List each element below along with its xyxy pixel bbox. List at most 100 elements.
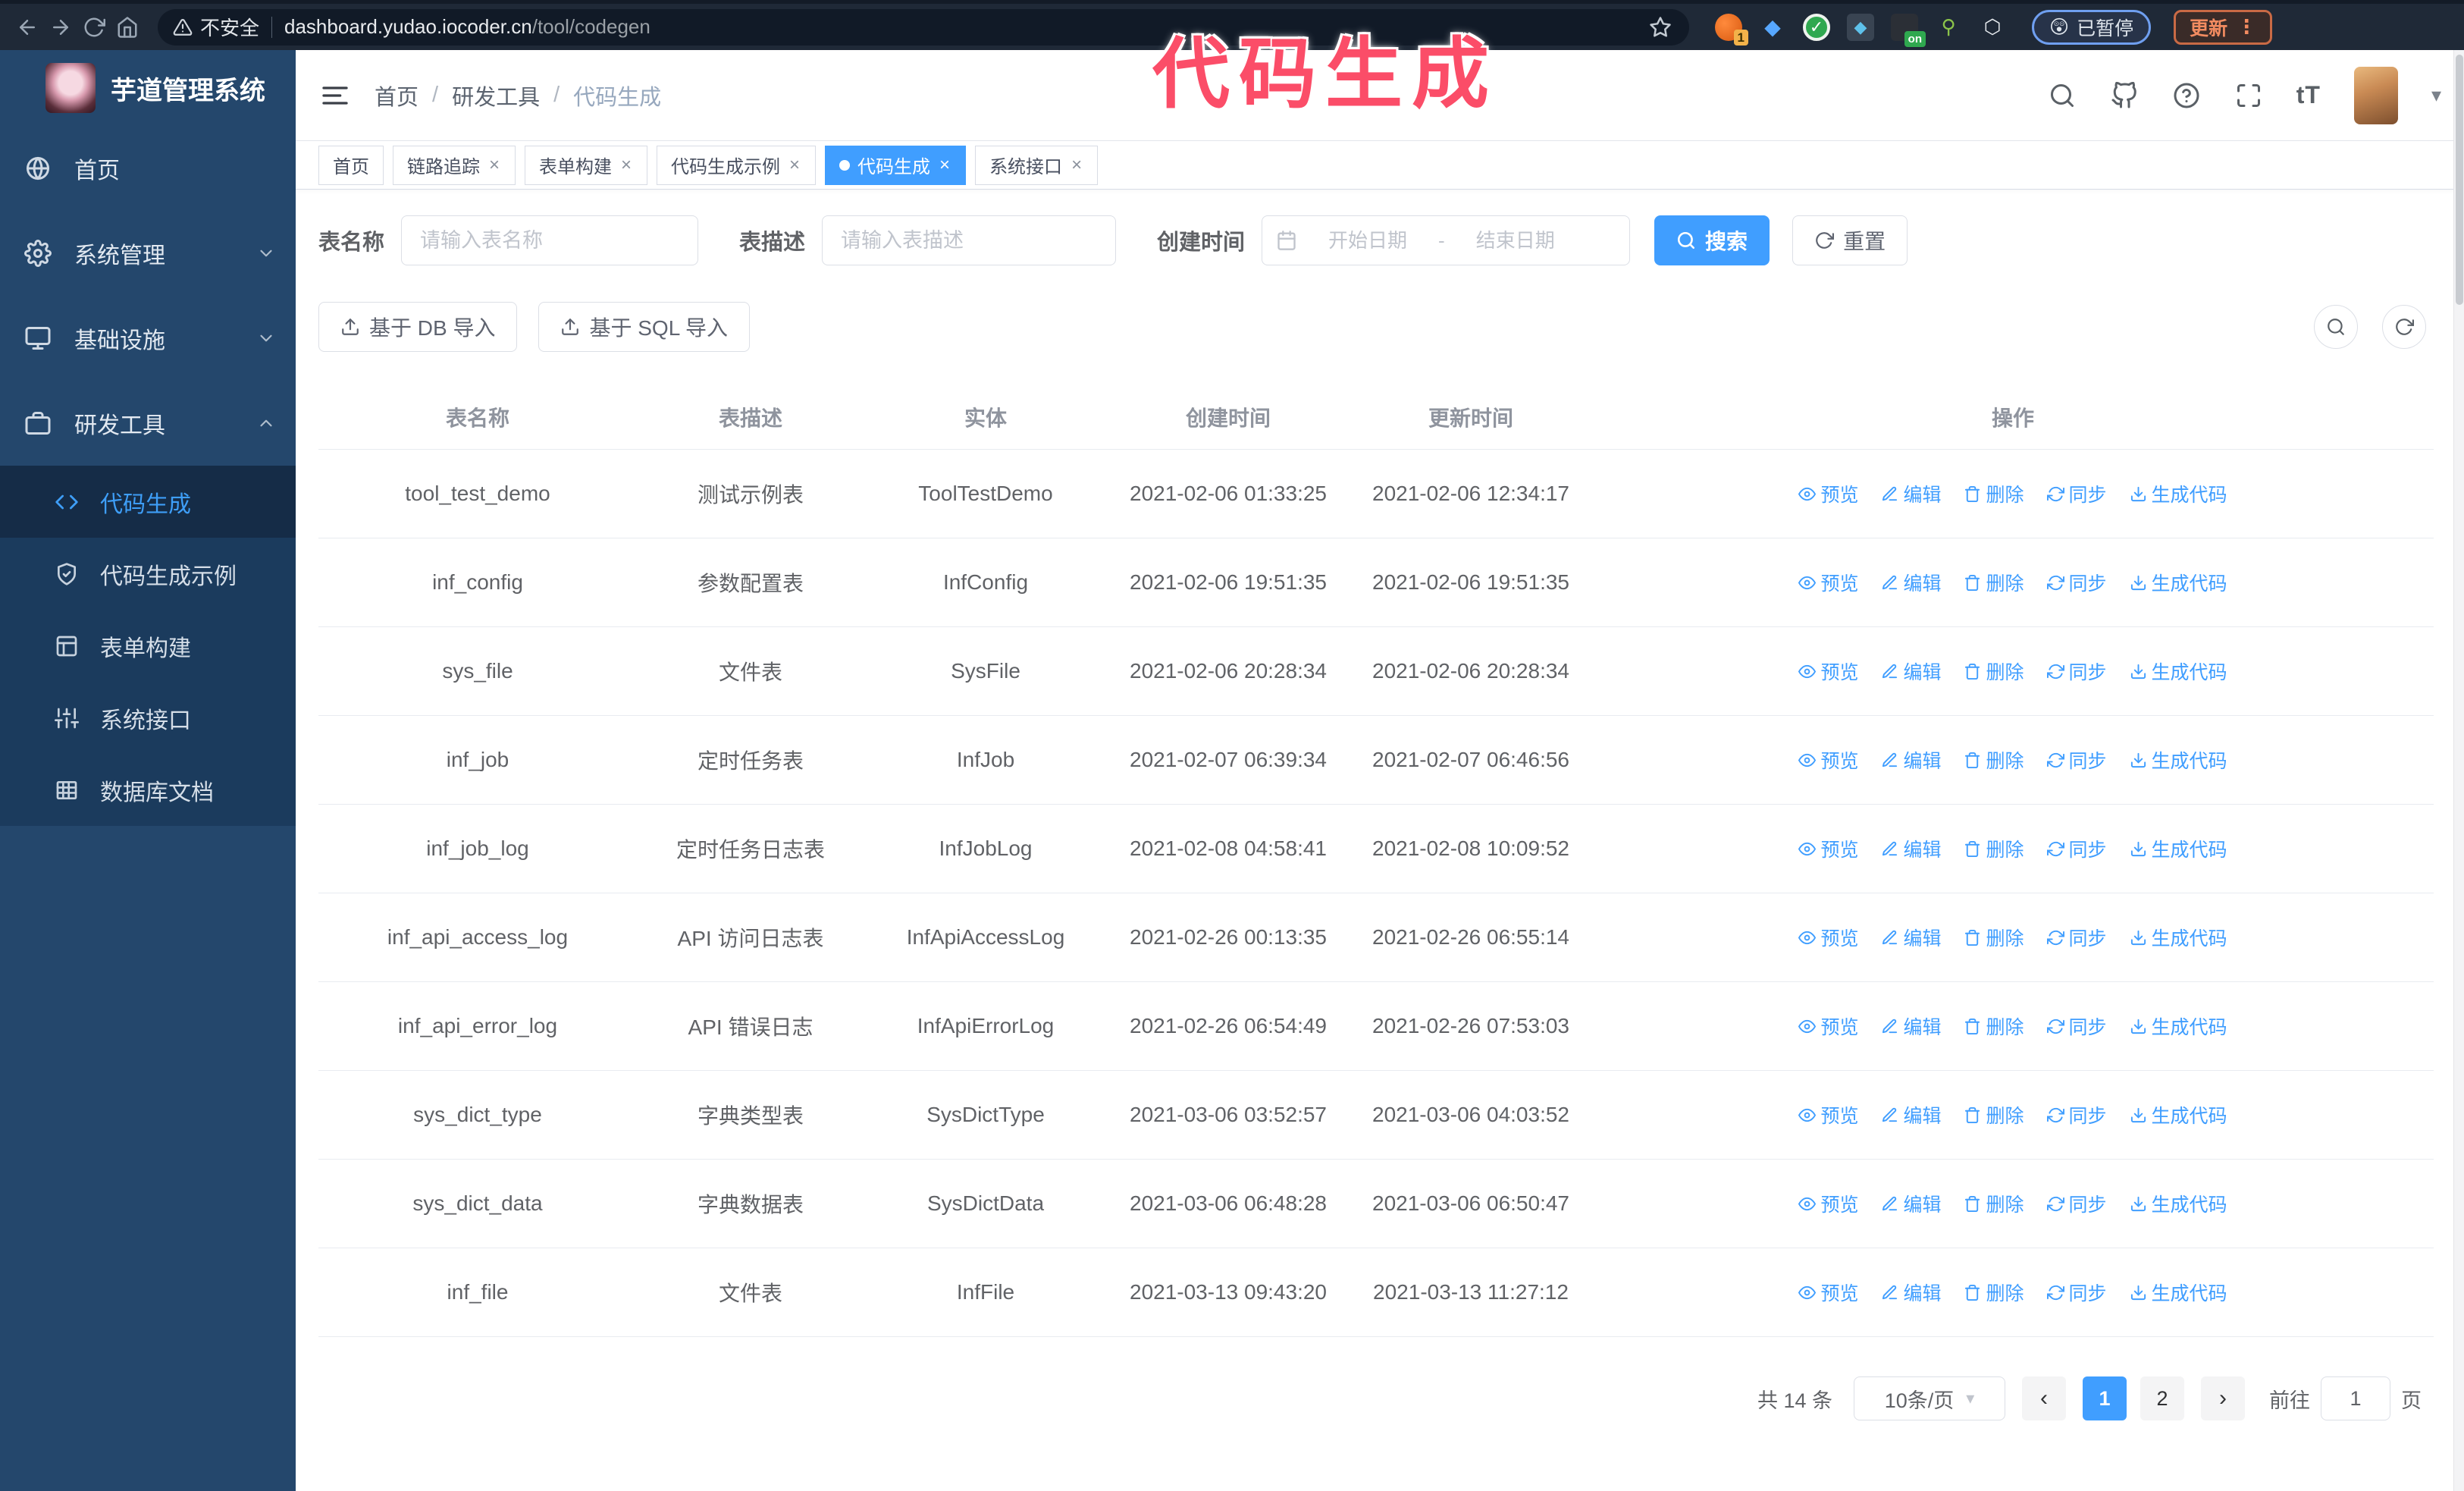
- generate-code-link[interactable]: 生成代码: [2130, 924, 2227, 951]
- preview-link[interactable]: 预览: [1798, 924, 1858, 951]
- edit-link[interactable]: 编辑: [1881, 924, 1941, 951]
- sync-link[interactable]: 同步: [2046, 835, 2107, 862]
- delete-link[interactable]: 删除: [1964, 1101, 2024, 1128]
- edit-link[interactable]: 编辑: [1881, 1190, 1941, 1217]
- address-bar[interactable]: 不安全 dashboard.yudao.iocoder.cn /tool/cod…: [158, 8, 1689, 46]
- preview-link[interactable]: 预览: [1798, 658, 1858, 685]
- url-host[interactable]: dashboard.yudao.iocoder.cn: [284, 15, 532, 39]
- edit-link[interactable]: 编辑: [1881, 569, 1941, 596]
- page-size-select[interactable]: 10条/页 ▾: [1854, 1376, 2005, 1420]
- help-icon[interactable]: [2172, 81, 2201, 110]
- header-search-icon[interactable]: [2048, 81, 2077, 110]
- generate-code-link[interactable]: 生成代码: [2130, 480, 2227, 507]
- preview-link[interactable]: 预览: [1798, 835, 1858, 862]
- preview-link[interactable]: 预览: [1798, 1101, 1858, 1128]
- edit-link[interactable]: 编辑: [1881, 835, 1941, 862]
- sidebar-item-codegen-example[interactable]: 代码生成示例: [0, 538, 296, 610]
- bookmark-star-icon[interactable]: [1647, 14, 1674, 41]
- browser-menu-dots-icon[interactable]: ⋮: [2237, 15, 2256, 39]
- prev-page-button[interactable]: ‹: [2022, 1376, 2066, 1420]
- sidebar-item-home[interactable]: 首页: [0, 126, 296, 211]
- sidebar-item-system-api[interactable]: 系统接口: [0, 682, 296, 754]
- app-logo-row[interactable]: 芋道管理系统: [0, 50, 296, 126]
- delete-link[interactable]: 删除: [1964, 480, 2024, 507]
- tab[interactable]: 表单构建 ×: [525, 145, 648, 185]
- start-date-input[interactable]: [1303, 228, 1433, 253]
- sync-link[interactable]: 同步: [2046, 1101, 2107, 1128]
- goto-page-input[interactable]: [2321, 1376, 2390, 1420]
- import-from-db-button[interactable]: 基于 DB 导入: [318, 302, 518, 352]
- preview-link[interactable]: 预览: [1798, 746, 1858, 774]
- sync-link[interactable]: 同步: [2046, 569, 2107, 596]
- sync-link[interactable]: 同步: [2046, 1012, 2107, 1040]
- url-path[interactable]: /tool/codegen: [532, 15, 650, 39]
- font-size-icon[interactable]: tT: [2296, 81, 2321, 109]
- generate-code-link[interactable]: 生成代码: [2130, 835, 2227, 862]
- generate-code-link[interactable]: 生成代码: [2130, 1190, 2227, 1217]
- sidebar-item-database-doc[interactable]: 数据库文档: [0, 754, 296, 826]
- edit-link[interactable]: 编辑: [1881, 746, 1941, 774]
- browser-back-icon[interactable]: [14, 14, 41, 41]
- extension-gem-icon[interactable]: ◆: [1759, 14, 1786, 41]
- delete-link[interactable]: 删除: [1964, 746, 2024, 774]
- edit-link[interactable]: 编辑: [1881, 1279, 1941, 1306]
- sidebar-item-system-management[interactable]: 系统管理: [0, 211, 296, 296]
- sidebar-item-form-builder[interactable]: 表单构建: [0, 610, 296, 682]
- import-from-sql-button[interactable]: 基于 SQL 导入: [538, 302, 751, 352]
- tab[interactable]: 代码生成示例 ×: [657, 145, 817, 185]
- browser-update-button[interactable]: 更新 ⋮: [2174, 9, 2273, 45]
- sync-link[interactable]: 同步: [2046, 658, 2107, 685]
- extension-grid-icon[interactable]: ◆: [1847, 13, 1874, 41]
- refresh-table-button[interactable]: [2382, 305, 2426, 349]
- table-desc-input[interactable]: [822, 215, 1117, 265]
- reset-button[interactable]: 重置: [1792, 215, 1908, 265]
- profile-paused-chip[interactable]: 😲 已暂停: [2032, 9, 2152, 45]
- create-time-range-picker[interactable]: -: [1262, 215, 1631, 265]
- sidebar-item-dev-tools[interactable]: 研发工具: [0, 381, 296, 466]
- generate-code-link[interactable]: 生成代码: [2130, 1101, 2227, 1128]
- next-page-button[interactable]: ›: [2201, 1376, 2245, 1420]
- extension-puzzle-icon[interactable]: ⬡: [1979, 14, 2006, 41]
- extension-icon-1[interactable]: 1: [1715, 13, 1748, 46]
- tab[interactable]: 系统接口 ×: [975, 145, 1099, 185]
- preview-link[interactable]: 预览: [1798, 569, 1858, 596]
- tab[interactable]: 代码生成 ×: [825, 145, 967, 185]
- browser-home-icon[interactable]: [114, 14, 141, 41]
- table-name-input[interactable]: [401, 215, 699, 265]
- toggle-search-button[interactable]: [2314, 305, 2358, 349]
- tab-close-icon[interactable]: ×: [938, 155, 951, 176]
- preview-link[interactable]: 预览: [1798, 480, 1858, 507]
- breadcrumb-home[interactable]: 首页: [375, 80, 419, 111]
- generate-code-link[interactable]: 生成代码: [2130, 1012, 2227, 1040]
- edit-link[interactable]: 编辑: [1881, 480, 1941, 507]
- preview-link[interactable]: 预览: [1798, 1279, 1858, 1306]
- generate-code-link[interactable]: 生成代码: [2130, 569, 2227, 596]
- sync-link[interactable]: 同步: [2046, 746, 2107, 774]
- tab-close-icon[interactable]: ×: [487, 155, 501, 176]
- generate-code-link[interactable]: 生成代码: [2130, 658, 2227, 685]
- delete-link[interactable]: 删除: [1964, 1012, 2024, 1040]
- github-icon[interactable]: [2110, 81, 2139, 110]
- avatar[interactable]: [2353, 66, 2398, 124]
- delete-link[interactable]: 删除: [1964, 569, 2024, 596]
- extension-check-icon[interactable]: ✓: [1803, 13, 1830, 41]
- edit-link[interactable]: 编辑: [1881, 1012, 1941, 1040]
- sync-link[interactable]: 同步: [2046, 480, 2107, 507]
- delete-link[interactable]: 删除: [1964, 1279, 2024, 1306]
- edit-link[interactable]: 编辑: [1881, 658, 1941, 685]
- page-number-button[interactable]: 1: [2083, 1376, 2127, 1420]
- sidebar-item-code-generation[interactable]: 代码生成: [0, 466, 296, 538]
- tab[interactable]: 链路追踪 ×: [393, 145, 516, 185]
- extension-figure-icon[interactable]: ⚲: [1935, 14, 1962, 41]
- hamburger-icon[interactable]: [318, 79, 352, 112]
- browser-reload-icon[interactable]: [80, 14, 108, 41]
- page-scrollbar[interactable]: [2453, 50, 2464, 1491]
- scrollbar-thumb[interactable]: [2456, 55, 2463, 305]
- delete-link[interactable]: 删除: [1964, 924, 2024, 951]
- tab[interactable]: 首页: [318, 145, 384, 185]
- delete-link[interactable]: 删除: [1964, 835, 2024, 862]
- security-label[interactable]: 不安全: [200, 13, 259, 41]
- tab-close-icon[interactable]: ×: [1070, 155, 1083, 176]
- sync-link[interactable]: 同步: [2046, 1279, 2107, 1306]
- sidebar-item-infrastructure[interactable]: 基础设施: [0, 296, 296, 381]
